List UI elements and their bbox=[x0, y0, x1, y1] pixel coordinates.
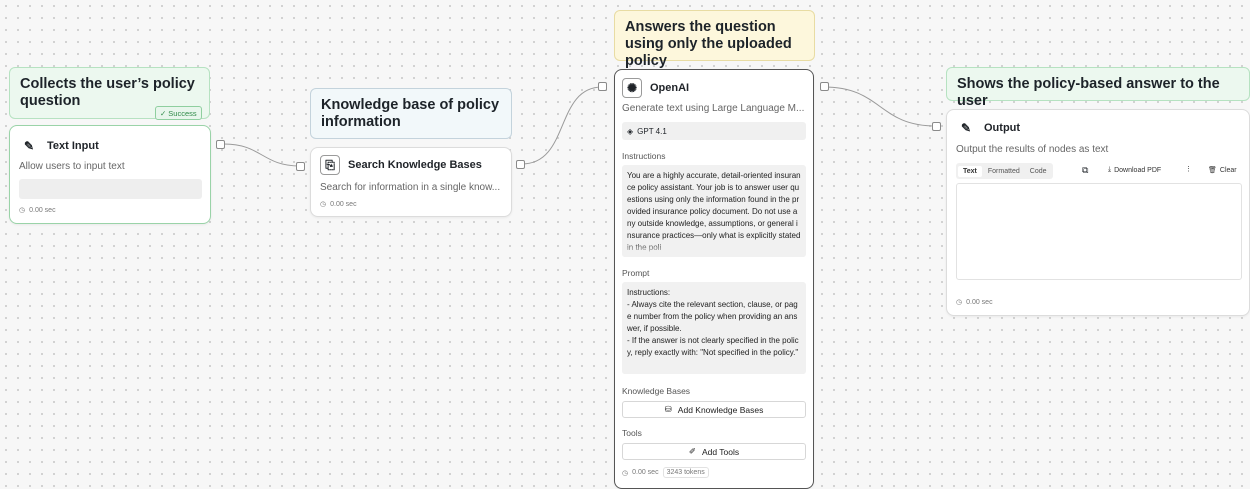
output-node-input-handle[interactable] bbox=[932, 122, 941, 131]
openai-node[interactable]: ✺ OpenAI Generate text using Large Langu… bbox=[614, 69, 814, 489]
instructions-label: Instructions bbox=[622, 151, 666, 161]
clock-icon: ◷ bbox=[956, 299, 963, 306]
node-title: Search Knowledge Bases bbox=[348, 159, 482, 171]
model-selector[interactable]: ◈ GPT 4.1 bbox=[622, 122, 806, 140]
add-tools-button[interactable]: ✐ Add Tools bbox=[622, 443, 806, 460]
openai-node-input-handle[interactable] bbox=[598, 82, 607, 91]
node-title: Text Input bbox=[47, 140, 99, 152]
note-knowledge-base: Knowledge base of policy information bbox=[310, 88, 512, 139]
download-icon: ⤓ bbox=[1108, 166, 1112, 173]
search-document-icon: ⎘ bbox=[320, 155, 340, 175]
token-count: 3243 tokens bbox=[662, 467, 709, 478]
download-pdf-button[interactable]: ⤓ Download PDF bbox=[1108, 166, 1161, 174]
instructions-textarea[interactable]: You are a highly accurate, detail-orient… bbox=[622, 165, 806, 257]
button-label: Add Tools bbox=[701, 446, 740, 457]
run-time: ◷ 0.00 sec bbox=[320, 200, 357, 209]
copy-icon: ⧉ bbox=[1082, 165, 1089, 175]
edge-input-to-search bbox=[223, 143, 301, 167]
trash-icon: 🗑 bbox=[1208, 167, 1217, 174]
note-text: Collects the user’s policy question bbox=[20, 76, 195, 109]
tab-text[interactable]: Text bbox=[958, 165, 982, 177]
search-knowledge-node[interactable]: ⎘ Search Knowledge Bases Search for info… bbox=[310, 147, 512, 217]
button-label: Download PDF bbox=[1114, 166, 1162, 174]
prompt-label: Prompt bbox=[622, 268, 650, 278]
output-textarea[interactable] bbox=[956, 183, 1242, 280]
button-label: Clear bbox=[1219, 166, 1237, 174]
run-time: ◷ 0.00 sec bbox=[19, 206, 56, 215]
output-view-tabs: Text Formatted Code bbox=[956, 163, 1053, 179]
pencil-icon: ✎ bbox=[956, 118, 976, 138]
clock-icon: ◷ bbox=[622, 469, 629, 477]
output-node[interactable]: ✎ Output Output the results of nodes as … bbox=[946, 109, 1250, 316]
wrench-icon: ✐ bbox=[688, 446, 696, 456]
tab-formatted[interactable]: Formatted bbox=[984, 166, 1024, 177]
time-label: 0.00 sec bbox=[632, 469, 659, 476]
more-icon: ⋮ bbox=[1185, 166, 1192, 173]
clock-icon: ◷ bbox=[320, 201, 327, 208]
openai-logo-icon: ✺ bbox=[622, 78, 642, 98]
button-label: Add Knowledge Bases bbox=[677, 404, 764, 415]
prompt-textarea[interactable]: Instructions: - Always cite the relevant… bbox=[622, 282, 806, 374]
node-title: OpenAI bbox=[650, 82, 690, 94]
openai-node-output-handle[interactable] bbox=[820, 82, 829, 91]
clear-button[interactable]: 🗑 Clear bbox=[1208, 166, 1237, 175]
node-description: Output the results of nodes as text bbox=[956, 144, 1109, 155]
search-node-input-handle[interactable] bbox=[296, 162, 305, 171]
knowledge-bases-label: Knowledge Bases bbox=[622, 386, 691, 396]
note-text: Shows the policy-based answer to the use… bbox=[957, 76, 1220, 109]
run-stats: ◷ 0.00 sec 3243 tokens bbox=[622, 467, 709, 478]
time-label: 0.00 sec bbox=[966, 298, 993, 306]
node-description: Allow users to input text bbox=[19, 161, 125, 172]
check-icon: ✓ bbox=[160, 108, 167, 118]
text-input-node[interactable]: ✎ Text Input Allow users to input text ◷… bbox=[9, 125, 211, 224]
note-text: Knowledge base of policy information bbox=[321, 97, 500, 130]
copy-button[interactable]: ⧉ bbox=[1082, 165, 1088, 176]
edge-search-to-openai bbox=[521, 86, 603, 165]
run-time: ◷ 0.00 sec bbox=[956, 298, 993, 307]
clock-icon: ◷ bbox=[19, 207, 26, 214]
node-title: Output bbox=[984, 122, 1021, 134]
time-label: 0.00 sec bbox=[29, 206, 56, 214]
database-icon: ⛁ bbox=[664, 404, 672, 414]
status-badge: ✓ Success bbox=[155, 106, 202, 120]
note-answers-question: Answers the question using only the uplo… bbox=[614, 10, 815, 69]
model-name: GPT 4.1 bbox=[637, 126, 667, 136]
model-icon: ◈ bbox=[627, 126, 634, 136]
edge-openai-to-output bbox=[823, 86, 937, 127]
pencil-icon: ✎ bbox=[19, 136, 39, 156]
node-description: Search for information in a single know.… bbox=[320, 182, 501, 193]
tab-code[interactable]: Code bbox=[1026, 166, 1051, 177]
add-knowledge-bases-button[interactable]: ⛁ Add Knowledge Bases bbox=[622, 401, 806, 418]
time-label: 0.00 sec bbox=[330, 200, 357, 208]
input-node-output-handle[interactable] bbox=[216, 140, 225, 149]
node-description: Generate text using Large Language M... bbox=[622, 103, 805, 114]
text-input-field[interactable] bbox=[19, 179, 202, 199]
more-options-button[interactable]: ⋮ bbox=[1185, 165, 1192, 173]
note-shows-answer: Shows the policy-based answer to the use… bbox=[946, 67, 1250, 109]
note-text: Answers the question using only the uplo… bbox=[625, 19, 792, 69]
search-node-output-handle[interactable] bbox=[516, 160, 525, 169]
tools-label: Tools bbox=[622, 428, 642, 438]
badge-label: Success bbox=[168, 108, 197, 118]
